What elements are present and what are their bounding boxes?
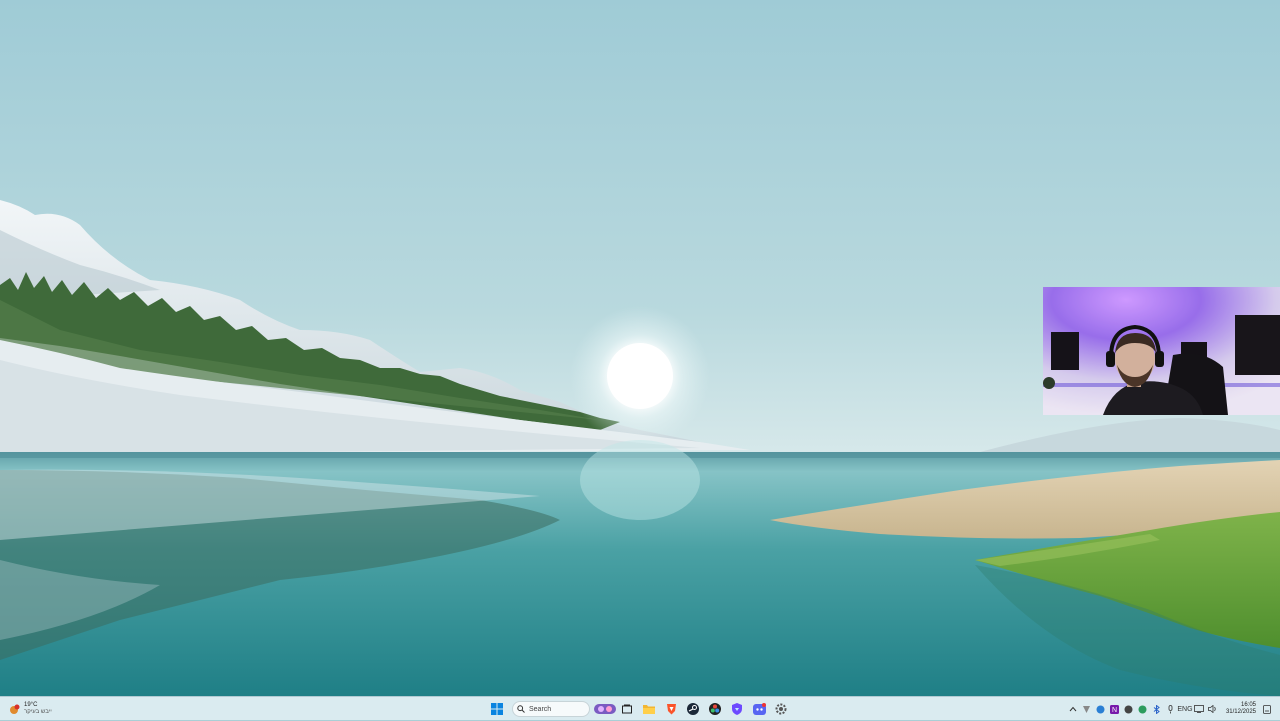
file-explorer-button[interactable] bbox=[638, 698, 660, 720]
search-box[interactable]: Search bbox=[512, 701, 590, 717]
webcam-overlay bbox=[1043, 287, 1280, 415]
steam-button[interactable] bbox=[682, 698, 704, 720]
microphone-icon[interactable] bbox=[1164, 698, 1178, 720]
clock-time: 16:05 bbox=[1240, 702, 1256, 708]
discord-button[interactable] bbox=[748, 698, 770, 720]
bluetooth-icon[interactable] bbox=[1150, 698, 1164, 720]
copilot-icon bbox=[594, 704, 616, 714]
weather-temperature: 19°C bbox=[24, 702, 38, 708]
notifications-icon[interactable] bbox=[1260, 698, 1274, 720]
tray-app-icon-3[interactable] bbox=[1122, 698, 1136, 720]
copilot-button[interactable] bbox=[594, 698, 616, 720]
language-indicator[interactable]: ENG bbox=[1177, 698, 1192, 720]
onenote-icon[interactable]: N bbox=[1108, 698, 1122, 720]
windows-logo-icon bbox=[491, 703, 503, 715]
discord-icon bbox=[752, 703, 766, 715]
clock-date: 31/12/2025 bbox=[1225, 709, 1256, 715]
weather-widget[interactable]: 19°C ייבש בעיקר bbox=[8, 699, 52, 719]
chevron-up-icon[interactable] bbox=[1066, 698, 1080, 720]
start-button[interactable] bbox=[486, 698, 508, 720]
taskbar-center: Search bbox=[486, 698, 792, 720]
folder-icon bbox=[643, 705, 655, 714]
tray-app-icon-1[interactable] bbox=[1080, 698, 1094, 720]
gear-icon bbox=[775, 703, 787, 715]
vpn-icon bbox=[732, 703, 742, 715]
search-icon bbox=[517, 705, 525, 713]
davinci-resolve-button[interactable] bbox=[704, 698, 726, 720]
settings-button[interactable] bbox=[770, 698, 792, 720]
taskbar: 19°C ייבש בעיקר Search N ENG 16:05 31/12… bbox=[0, 696, 1280, 720]
resolve-icon bbox=[709, 703, 721, 715]
network-icon[interactable] bbox=[1192, 698, 1206, 720]
brave-icon bbox=[666, 704, 676, 715]
task-view-icon bbox=[622, 704, 632, 714]
brave-browser-button[interactable] bbox=[660, 698, 682, 720]
steam-icon bbox=[687, 703, 699, 715]
proton-vpn-button[interactable] bbox=[726, 698, 748, 720]
system-tray: N ENG 16:05 31/12/2025 bbox=[1066, 698, 1274, 720]
clock[interactable]: 16:05 31/12/2025 bbox=[1226, 702, 1256, 716]
task-view-button[interactable] bbox=[616, 698, 638, 720]
tray-app-icon-2[interactable] bbox=[1094, 698, 1108, 720]
weather-icon bbox=[8, 703, 20, 715]
weather-condition: ייבש בעיקר bbox=[24, 709, 52, 715]
tray-app-icon-4[interactable] bbox=[1136, 698, 1150, 720]
volume-icon[interactable] bbox=[1206, 698, 1220, 720]
svg-text:N: N bbox=[1112, 707, 1117, 714]
search-placeholder: Search bbox=[529, 705, 552, 713]
